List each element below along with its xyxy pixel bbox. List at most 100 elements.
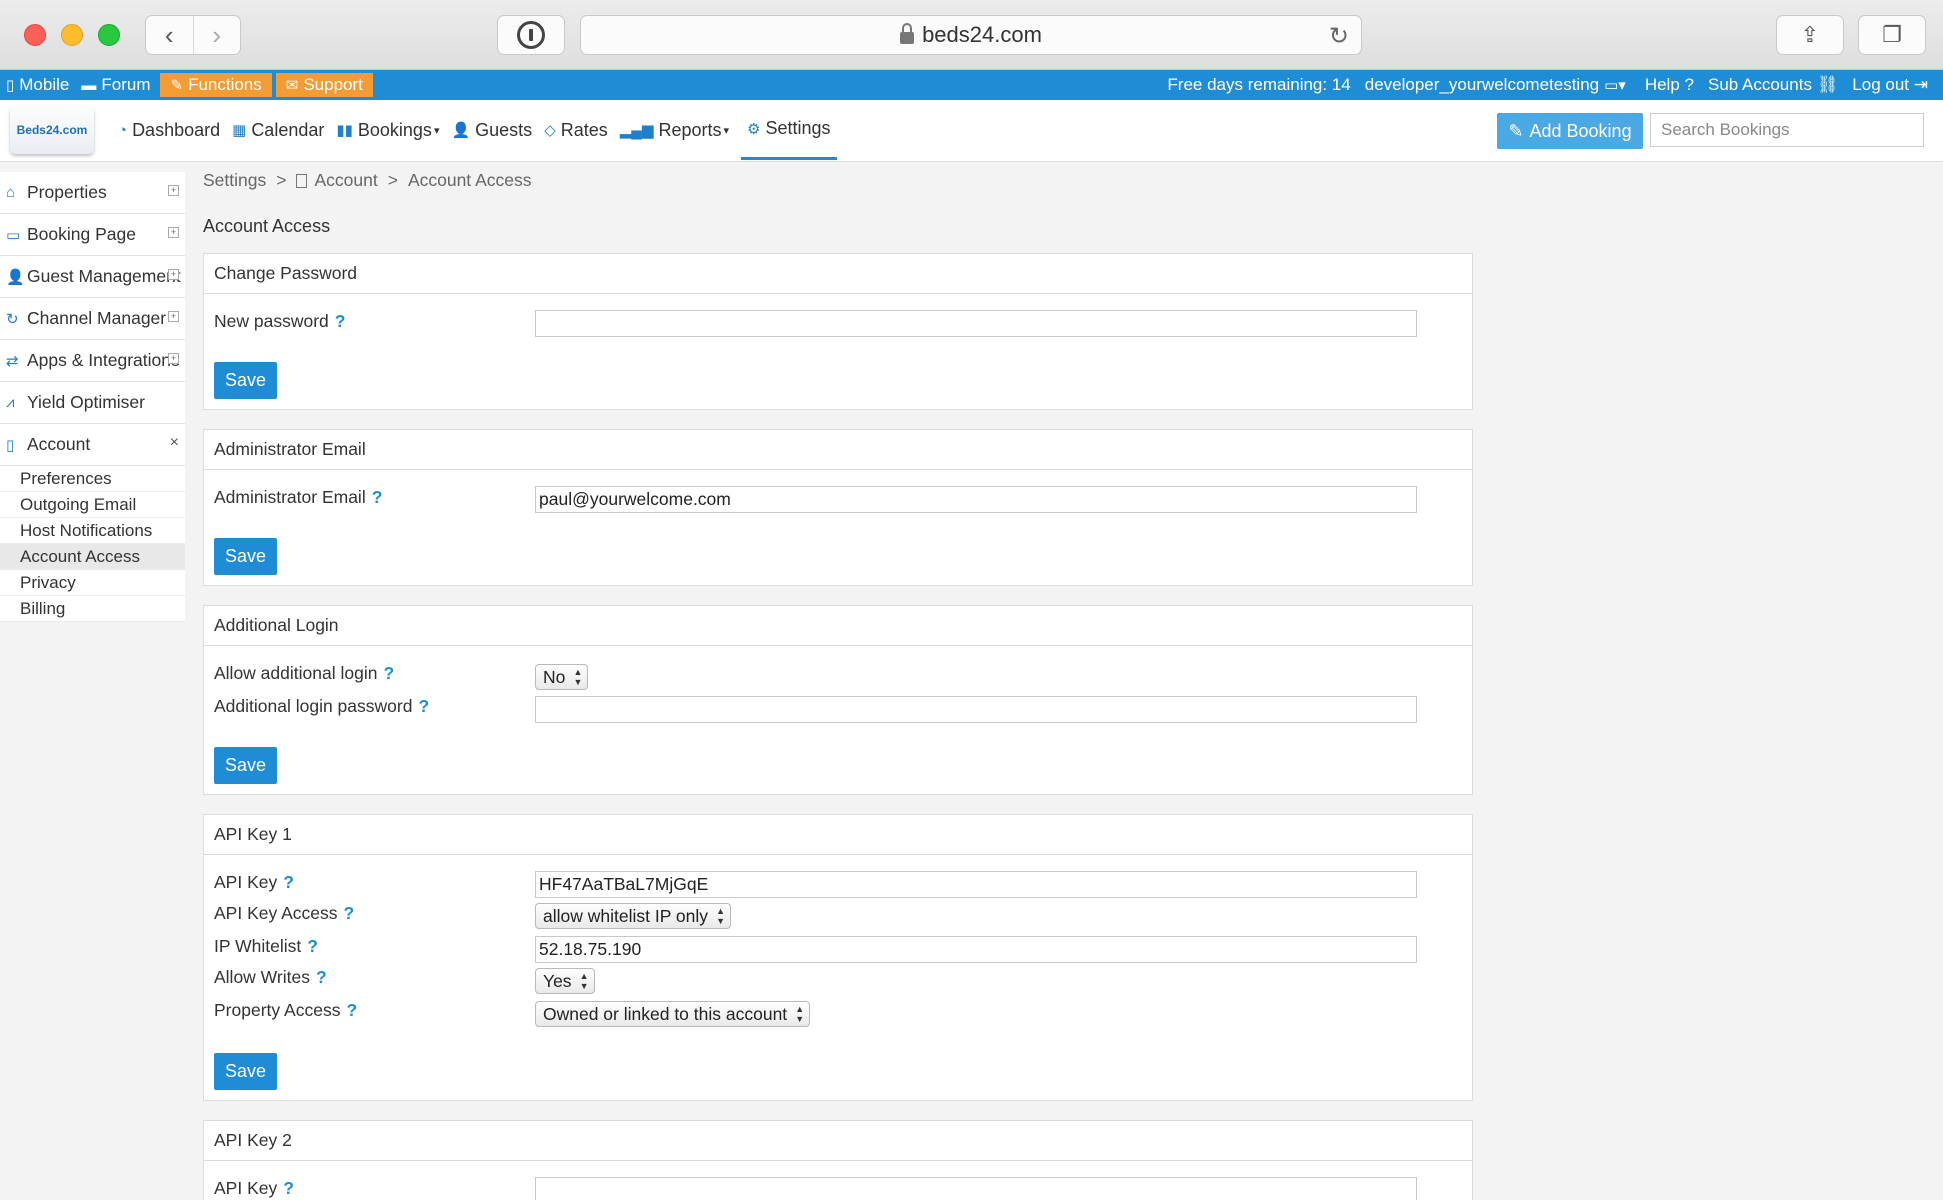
password-manager-button[interactable] bbox=[497, 15, 565, 55]
breadcrumb-account[interactable]: Account bbox=[314, 170, 377, 191]
allow-additional-login-select[interactable]: No ▲ ▼ bbox=[535, 664, 589, 690]
save-api-key-1-button[interactable]: Save bbox=[214, 1053, 277, 1090]
expand-icon[interactable]: + bbox=[168, 269, 179, 280]
additional-login-password-input[interactable] bbox=[535, 696, 1417, 723]
help-icon[interactable]: ? bbox=[344, 903, 355, 923]
minimize-window-button[interactable] bbox=[61, 24, 83, 46]
help-icon[interactable]: ? bbox=[307, 936, 318, 956]
field-label: New password? bbox=[214, 311, 346, 331]
reload-icon[interactable]: ↻ bbox=[1329, 22, 1349, 51]
allow-writes-select[interactable]: Yes ▲ ▼ bbox=[535, 968, 595, 994]
beds24-logo[interactable]: Beds24.com bbox=[10, 106, 94, 154]
expand-icon[interactable]: + bbox=[168, 227, 179, 238]
nav-dashboard[interactable]: ◔ Dashboard bbox=[112, 100, 226, 160]
sidebar-sub-billing[interactable]: Billing bbox=[0, 596, 185, 622]
api-key-access-select[interactable]: allow whitelist IP only ▲ ▼ bbox=[535, 903, 732, 929]
help-icon[interactable]: ? bbox=[335, 311, 346, 331]
api-key-1-input[interactable] bbox=[535, 871, 1417, 898]
panel-heading: Additional Login bbox=[204, 606, 1472, 646]
new-password-input[interactable] bbox=[535, 310, 1417, 337]
wrench-icon: ✎ bbox=[170, 77, 184, 94]
save-additional-login-button[interactable]: Save bbox=[214, 747, 277, 784]
expand-icon[interactable]: + bbox=[168, 185, 179, 196]
main-navigation: Beds24.com ◔ Dashboard ▦ Calendar ▮▮ Bookin… bbox=[0, 100, 1943, 162]
sidebar-sub-outgoing-email[interactable]: Outgoing Email bbox=[0, 492, 185, 518]
expand-icon[interactable]: + bbox=[168, 353, 179, 364]
sidebar-sub-privacy[interactable]: Privacy bbox=[0, 570, 185, 596]
mobile-link[interactable]: ▯ Mobile bbox=[0, 70, 75, 100]
monitor-icon: ▭ bbox=[6, 226, 21, 244]
save-password-button[interactable]: Save bbox=[214, 362, 277, 399]
sidebar-item-apps-integrations[interactable]: ⇄ Apps & Integrations + bbox=[0, 340, 185, 382]
nav-reports[interactable]: ▂▄▆ Reports ▾ bbox=[614, 100, 735, 160]
help-icon[interactable]: ? bbox=[316, 967, 327, 987]
sidebar-item-guest-management[interactable]: 👤 Guest Management + bbox=[0, 256, 185, 298]
settings-sidebar: ⌂ Properties + ▭ Booking Page + 👤 Guest Manag… bbox=[0, 172, 185, 622]
lock-icon bbox=[900, 23, 915, 44]
sidebar-item-booking-page[interactable]: ▭ Booking Page + bbox=[0, 214, 185, 256]
tabs-overview-button[interactable]: ❐ bbox=[1858, 15, 1926, 55]
sidebar-sub-preferences[interactable]: Preferences bbox=[0, 466, 185, 492]
nav-guests[interactable]: 👤 Guests bbox=[445, 100, 538, 160]
sidebar-sub-account-access[interactable]: Account Access bbox=[0, 544, 185, 570]
exchange-icon: ⇄ bbox=[6, 352, 19, 370]
nav-rates[interactable]: ◇ Rates bbox=[538, 100, 614, 160]
select-arrows-icon: ▲ ▼ bbox=[795, 1004, 805, 1024]
close-window-button[interactable] bbox=[24, 24, 46, 46]
key-icon bbox=[517, 21, 545, 49]
field-label: Property Access? bbox=[214, 1000, 358, 1020]
admin-email-panel: Administrator Email Administrator Email?… bbox=[203, 429, 1473, 586]
sidebar-sub-host-notifications[interactable]: Host Notifications bbox=[0, 518, 185, 544]
search-bookings-input[interactable] bbox=[1650, 113, 1924, 147]
help-icon[interactable]: ? bbox=[383, 663, 394, 683]
forward-button[interactable]: › bbox=[192, 16, 241, 54]
logout-link[interactable]: Log out ⇥ bbox=[1845, 70, 1935, 100]
breadcrumb-settings[interactable]: Settings bbox=[203, 170, 266, 191]
caret-down-icon: ▾ bbox=[723, 124, 730, 137]
guests-icon: 👤 bbox=[451, 122, 471, 139]
save-admin-email-button[interactable]: Save bbox=[214, 538, 277, 575]
sidebar-item-yield-optimiser[interactable]: ⩘ Yield Optimiser bbox=[0, 382, 185, 424]
comment-icon: ▬ bbox=[81, 76, 97, 94]
user-menu[interactable]: developer_yourwelcometesting ▭▾ bbox=[1358, 70, 1638, 100]
bookings-icon: ▮▮ bbox=[336, 122, 353, 139]
nav-bookings[interactable]: ▮▮ Bookings ▾ bbox=[330, 100, 445, 160]
back-button[interactable]: ‹ bbox=[146, 16, 193, 54]
dashboard-icon: ◔ bbox=[118, 121, 128, 139]
page-title: Account Access bbox=[203, 216, 331, 236]
history-nav: ‹ › bbox=[145, 15, 241, 55]
help-icon[interactable]: ? bbox=[283, 872, 294, 892]
sidebar-item-account[interactable]: ▯ Account × bbox=[0, 424, 185, 466]
chevron-right-icon: › bbox=[212, 19, 222, 50]
guests-icon: 👤 bbox=[6, 268, 25, 286]
support-link[interactable]: ✉ Support bbox=[275, 73, 373, 97]
ip-whitelist-input[interactable] bbox=[535, 936, 1417, 963]
mobile-icon: ▯ bbox=[6, 77, 15, 94]
help-icon[interactable]: ? bbox=[346, 1000, 357, 1020]
maximize-window-button[interactable] bbox=[98, 24, 120, 46]
expand-icon[interactable]: + bbox=[168, 311, 179, 322]
admin-email-input[interactable] bbox=[535, 486, 1417, 513]
property-access-select[interactable]: Owned or linked to this account ▲ ▼ bbox=[535, 1001, 811, 1027]
sidebar-item-properties[interactable]: ⌂ Properties + bbox=[0, 172, 185, 214]
share-button[interactable]: ⇪ bbox=[1776, 15, 1844, 55]
page-scrollbar[interactable] bbox=[1937, 162, 1943, 1200]
address-bar[interactable]: beds24.com ↻ bbox=[580, 15, 1362, 55]
api-key-2-input[interactable] bbox=[535, 1177, 1417, 1200]
forum-link[interactable]: ▬ Forum bbox=[75, 70, 156, 100]
help-icon[interactable]: ? bbox=[418, 696, 429, 716]
help-link[interactable]: Help ? bbox=[1638, 70, 1701, 100]
logout-icon: ⇥ bbox=[1913, 75, 1928, 94]
functions-link[interactable]: ✎ Functions bbox=[160, 73, 272, 97]
nav-calendar[interactable]: ▦ Calendar bbox=[226, 100, 330, 160]
api-key-1-panel: API Key 1 API Key? API Key Access? allow… bbox=[203, 814, 1473, 1101]
collapse-icon[interactable]: × bbox=[170, 434, 179, 452]
sidebar-item-channel-manager[interactable]: ↻ Channel Manager + bbox=[0, 298, 185, 340]
breadcrumb-current: Account Access bbox=[407, 170, 532, 190]
help-icon[interactable]: ? bbox=[283, 1178, 294, 1198]
add-booking-button[interactable]: ✎ Add Booking bbox=[1497, 113, 1643, 149]
nav-settings[interactable]: ⚙ Settings bbox=[741, 100, 837, 160]
field-label: API Key? bbox=[214, 1178, 294, 1198]
help-icon[interactable]: ? bbox=[372, 487, 383, 507]
sub-accounts-link[interactable]: Sub Accounts ⛓ bbox=[1701, 70, 1845, 100]
